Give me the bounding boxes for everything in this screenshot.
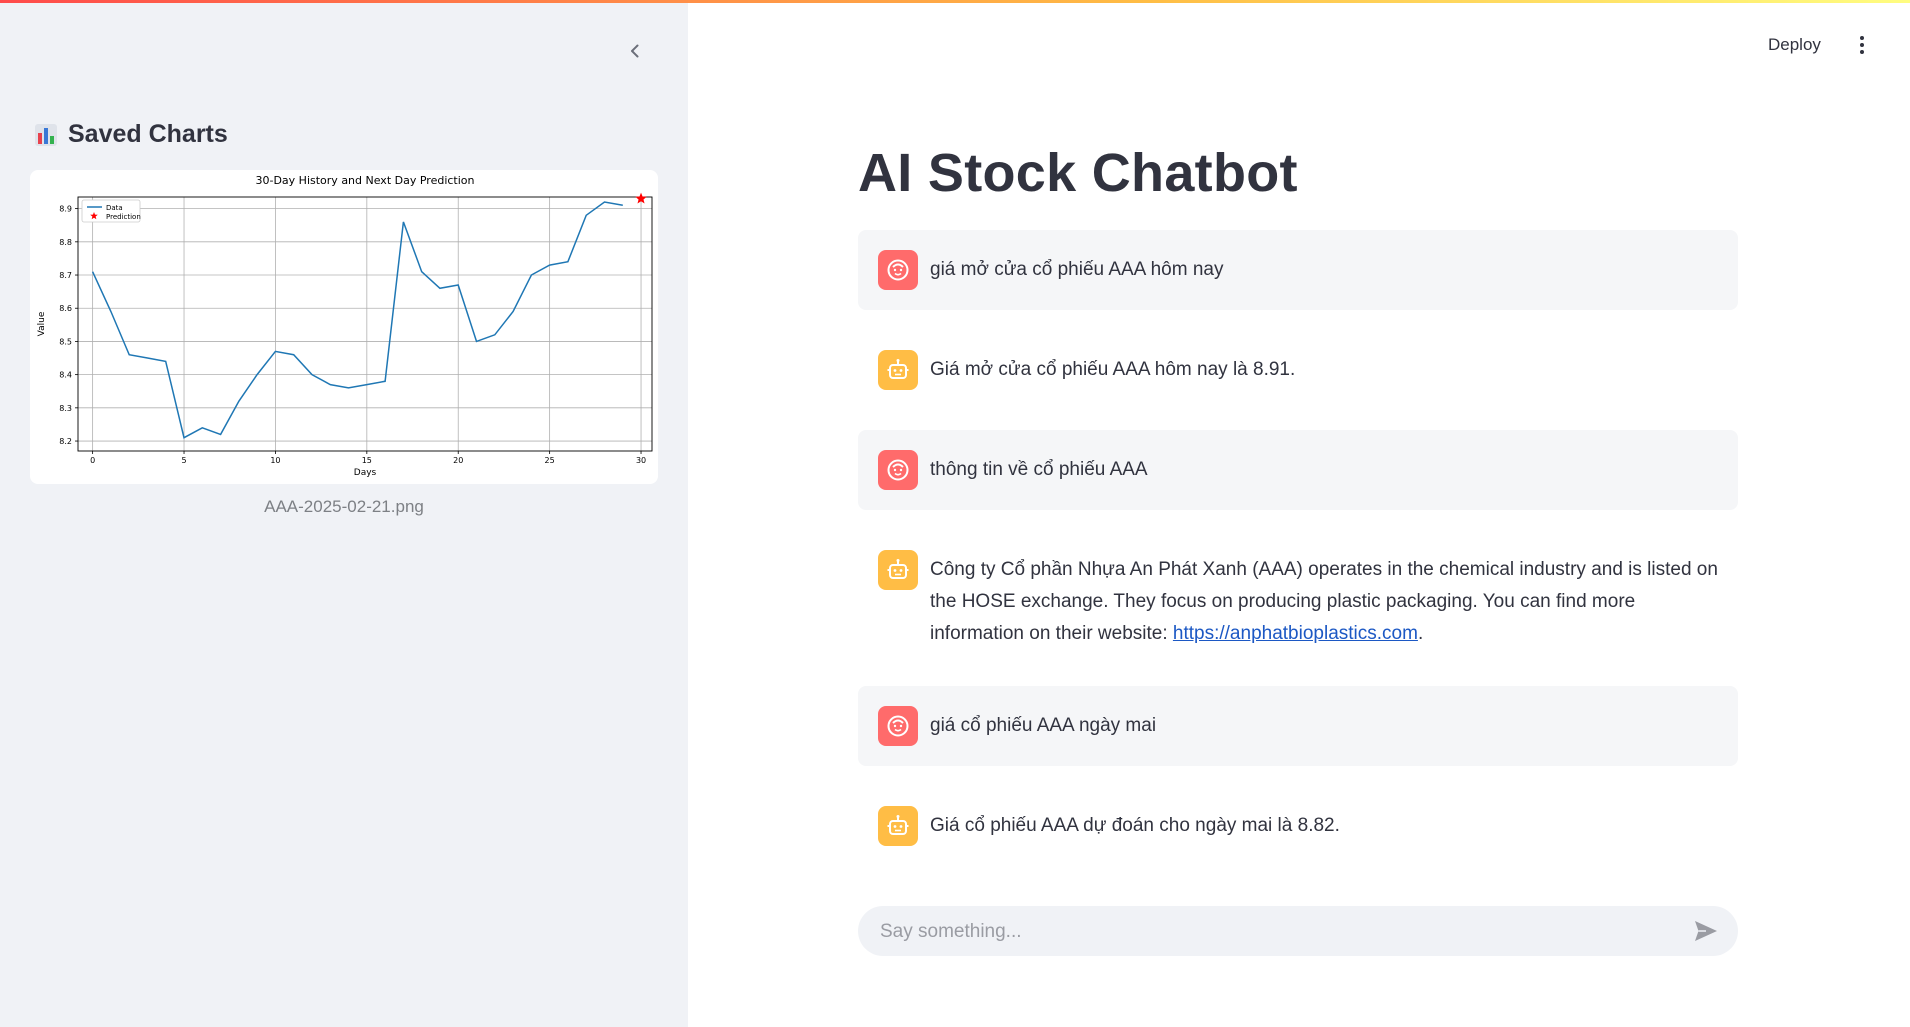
message-text: Giá mở cửa cổ phiếu AAA hôm nay là 8.91. bbox=[930, 359, 1296, 380]
x-tick-label: 10 bbox=[270, 456, 280, 465]
chat-history: giá mở cửa cổ phiếu AAA hôm nay Giá mở c… bbox=[858, 230, 1738, 886]
more-options-menu-icon[interactable] bbox=[1850, 30, 1874, 60]
top-decoration-bar bbox=[0, 0, 1910, 3]
message-text: giá mở cửa cổ phiếu AAA hôm nay bbox=[930, 259, 1224, 280]
user-avatar-icon bbox=[878, 450, 918, 490]
collapse-sidebar-button[interactable] bbox=[620, 36, 650, 66]
chat-message-assistant: Công ty Cổ phần Nhựa An Phát Xanh (AAA) … bbox=[858, 530, 1738, 666]
x-axis-label: Days bbox=[354, 468, 377, 478]
line-chart: 30-Day History and Next Day Prediction 0 5… bbox=[37, 174, 653, 478]
y-tick-label: 8.8 bbox=[59, 238, 72, 247]
message-text: giá cổ phiếu AAA ngày mai bbox=[930, 715, 1157, 736]
chat-message-assistant: Giá mở cửa cổ phiếu AAA hôm nay là 8.91. bbox=[858, 330, 1738, 410]
sidebar: Saved Charts 30-Day History and Next Day… bbox=[0, 0, 688, 1027]
legend-label-data: Data bbox=[106, 204, 123, 212]
assistant-avatar-icon bbox=[878, 550, 918, 590]
y-axis-label: Value bbox=[37, 311, 47, 336]
x-tick-label: 5 bbox=[181, 456, 186, 465]
message-text: Giá cổ phiếu AAA dự đoán cho ngày mai là… bbox=[930, 815, 1340, 836]
message-text: Công ty Cổ phần Nhựa An Phát Xanh (AAA) … bbox=[930, 550, 1718, 650]
chat-message-user: thông tin về cổ phiếu AAA bbox=[858, 430, 1738, 510]
page-title: AI Stock Chatbot bbox=[858, 143, 1298, 203]
chat-input-container bbox=[858, 906, 1738, 958]
y-tick-label: 8.5 bbox=[59, 337, 72, 346]
y-tick-label: 8.7 bbox=[59, 271, 72, 280]
y-tick-label: 8.4 bbox=[59, 371, 72, 380]
assistant-avatar-icon bbox=[878, 350, 918, 390]
send-button[interactable] bbox=[1692, 918, 1720, 944]
message-text-part: . bbox=[1417, 623, 1424, 644]
chat-message-assistant: Giá cổ phiếu AAA dự đoán cho ngày mai là… bbox=[858, 786, 1738, 866]
sidebar-title-text: Saved Charts bbox=[68, 120, 228, 148]
user-avatar-icon bbox=[878, 250, 918, 290]
chat-message-user: giá mở cửa cổ phiếu AAA hôm nay bbox=[858, 230, 1738, 310]
y-tick-label: 8.2 bbox=[59, 437, 72, 446]
y-tick-label: 8.3 bbox=[59, 404, 72, 413]
bar-chart-icon bbox=[35, 123, 57, 146]
x-tick-label: 20 bbox=[453, 456, 463, 465]
x-tick-label: 30 bbox=[636, 456, 646, 465]
user-avatar-icon bbox=[878, 706, 918, 746]
website-link[interactable]: https://anphatbioplastics.com bbox=[1173, 623, 1418, 644]
y-tick-label: 8.6 bbox=[59, 304, 72, 313]
legend-label-prediction: Prediction bbox=[106, 213, 141, 221]
x-tick-label: 25 bbox=[545, 456, 555, 465]
message-text: thông tin về cổ phiếu AAA bbox=[930, 459, 1148, 480]
sidebar-heading: Saved Charts bbox=[34, 120, 228, 149]
chat-input[interactable] bbox=[858, 906, 1682, 958]
chart-caption: AAA-2025-02-21.png bbox=[264, 497, 424, 516]
plot-frame bbox=[77, 196, 653, 452]
deploy-button[interactable]: Deploy bbox=[1760, 31, 1829, 59]
x-tick-label: 0 bbox=[90, 456, 95, 465]
chevron-left-icon bbox=[631, 44, 639, 58]
chart-title: 30-Day History and Next Day Prediction bbox=[256, 174, 475, 187]
chat-message-user: giá cổ phiếu AAA ngày mai bbox=[858, 686, 1738, 766]
y-tick-label: 8.9 bbox=[59, 205, 72, 214]
x-tick-label: 15 bbox=[362, 456, 372, 465]
saved-chart-image[interactable]: 30-Day History and Next Day Prediction 0 5… bbox=[30, 170, 658, 484]
send-icon bbox=[1695, 921, 1717, 941]
assistant-avatar-icon bbox=[878, 806, 918, 846]
series-line-data bbox=[91, 201, 623, 439]
